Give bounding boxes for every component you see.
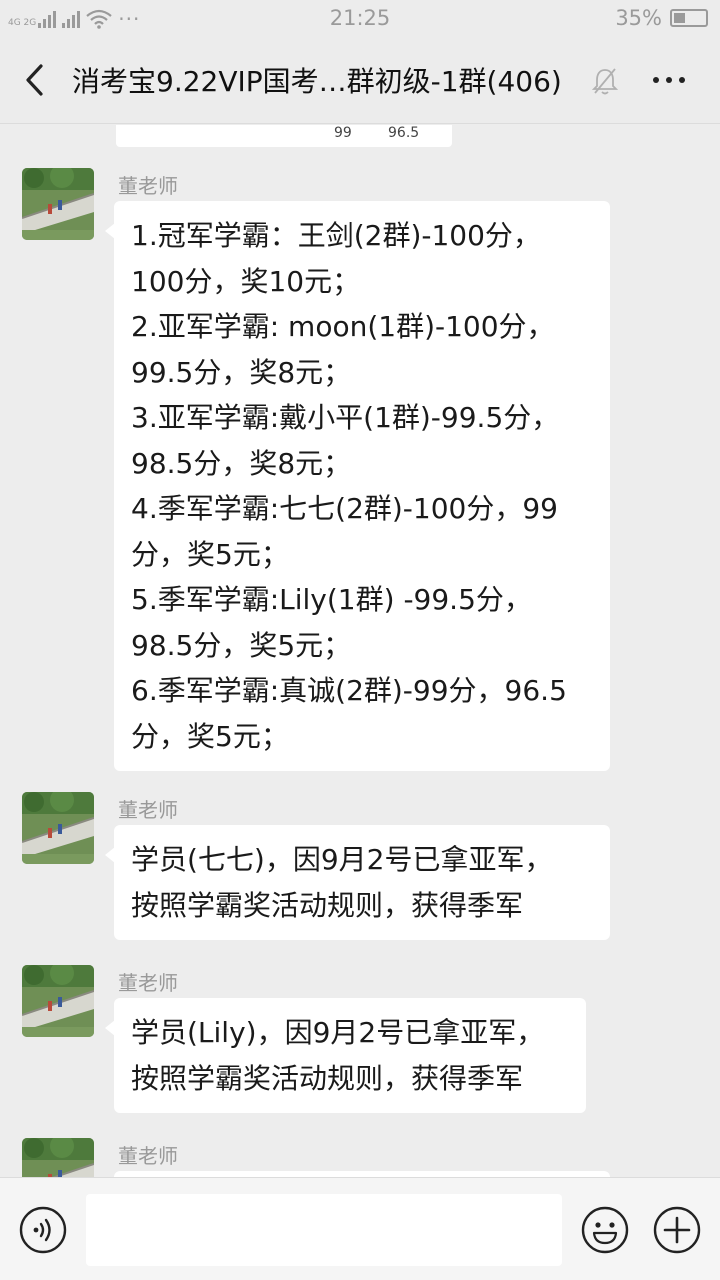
message-line: 4.季军学霸:七七(2群)-100分，99 xyxy=(131,492,558,525)
message-line: 1.冠军学霸：王剑(2群)-100分， xyxy=(131,219,541,252)
battery-icon xyxy=(670,9,708,27)
message-line: 按照学霸奖活动规则，获得季军 xyxy=(131,888,524,922)
chat-title: 消考宝9.22VIP国考…群初级-1群(406) xyxy=(72,65,562,98)
message-input[interactable] xyxy=(86,1194,562,1266)
message-bubble[interactable]: 1.冠军学霸：王剑(2群)-100分， 100分，奖10元； 2.亚军学霸: m… xyxy=(105,201,610,771)
avatar[interactable] xyxy=(22,168,94,240)
message-line: 学员(Lily)，因9月2号已拿亚军， xyxy=(131,1016,545,1049)
chat-area[interactable]: 99 96.5 董老师 1.冠军学霸：王剑(2群)-100分， 100分，奖10… xyxy=(0,125,720,1177)
message-bubble[interactable]: 学员(七七)，因9月2号已拿亚军， 按照学霸奖活动规则，获得季军 xyxy=(105,825,610,940)
message-line: 5.季军学霸:Lily(1群) -99.5分， xyxy=(131,583,532,616)
sender-name: 董老师 xyxy=(118,798,178,822)
sender-name: 董老师 xyxy=(118,971,178,995)
avatar-image xyxy=(22,792,94,864)
message-line: 100分，奖10元； xyxy=(131,264,361,298)
status-right: 35% xyxy=(615,6,708,30)
status-bar: 4G 2G ··· 21:25 35% xyxy=(0,0,720,38)
mute-bell-icon xyxy=(592,68,618,95)
emoji-icon[interactable] xyxy=(580,1205,630,1255)
avatar[interactable] xyxy=(22,1138,94,1177)
more-options-icon[interactable] xyxy=(648,70,692,90)
avatar[interactable] xyxy=(22,965,94,1037)
message-line: 按照学霸奖活动规则，获得季军 xyxy=(131,1061,524,1095)
snippet-value: 99 xyxy=(334,125,352,141)
avatar-image xyxy=(22,168,94,240)
message-line: 99.5分，奖8元； xyxy=(131,355,352,389)
sender-name: 董老师 xyxy=(118,1144,178,1168)
chat-header: 消考宝9.22VIP国考…群初级-1群(406) xyxy=(0,38,720,124)
message-line: 3.亚军学霸:戴小平(1群)-99.5分， xyxy=(131,401,560,434)
avatar-image xyxy=(22,965,94,1037)
previous-message-snippet: 99 96.5 xyxy=(116,125,452,147)
input-bar xyxy=(0,1177,720,1280)
sender-name: 董老师 xyxy=(118,174,178,198)
message-line: 6.季军学霸:真诚(2群)-99分，96.5 xyxy=(131,674,567,707)
message-line: 98.5分，奖5元； xyxy=(131,628,352,662)
message-bubble[interactable]: 学员(Lily)，因9月2号已拿亚军， 按照学霸奖活动规则，获得季军 xyxy=(105,998,586,1113)
message-line: 学员(七七)，因9月2号已拿亚军， xyxy=(131,843,553,876)
snippet-value: 96.5 xyxy=(388,125,420,141)
message-line: 98.5分，奖8元； xyxy=(131,446,352,480)
message-line: 分，奖5元； xyxy=(131,537,289,571)
avatar-image xyxy=(22,1138,94,1177)
battery-percent: 35% xyxy=(615,6,662,30)
message-line: 分，奖5元； xyxy=(131,719,289,753)
status-time: 21:25 xyxy=(329,6,391,30)
voice-icon[interactable] xyxy=(18,1205,68,1255)
add-icon[interactable] xyxy=(652,1205,702,1255)
back-arrow-icon[interactable] xyxy=(20,60,50,100)
avatar[interactable] xyxy=(22,792,94,864)
message-line: 2.亚军学霸: moon(1群)-100分， xyxy=(131,310,555,343)
